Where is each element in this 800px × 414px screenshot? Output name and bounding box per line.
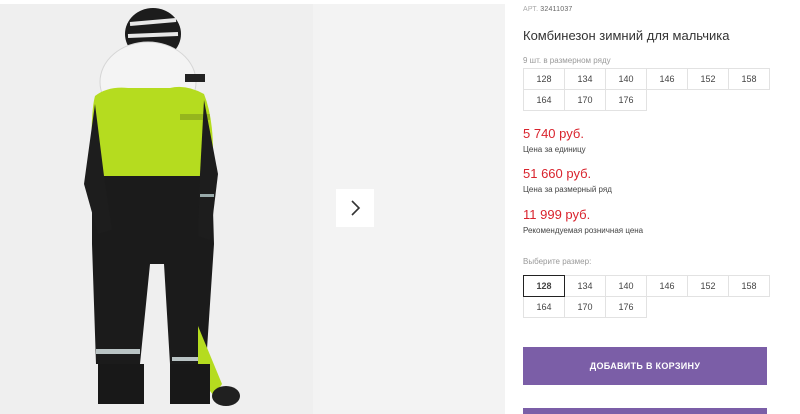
product-gallery bbox=[0, 0, 505, 414]
pack-size-cell: 146 bbox=[646, 68, 688, 90]
pack-size-grid: 128 134 140 146 152 158 164 170 176 bbox=[523, 68, 770, 111]
row-price-label: Цена за размерный ряд bbox=[523, 185, 612, 194]
retail-price: 11 999 руб. bbox=[523, 207, 591, 222]
row-price: 51 660 руб. bbox=[523, 166, 592, 181]
sku-value: 32411037 bbox=[540, 6, 573, 13]
unit-price: 5 740 руб. bbox=[523, 126, 584, 141]
chevron-right-icon bbox=[351, 200, 361, 216]
pack-size-cell: 176 bbox=[605, 89, 647, 111]
size-option[interactable]: 140 bbox=[605, 275, 647, 297]
size-option[interactable]: 176 bbox=[605, 296, 647, 318]
product-title: Комбинезон зимний для мальчика bbox=[523, 28, 730, 43]
sku-label: АРТ. bbox=[523, 6, 539, 13]
pack-size-cell: 158 bbox=[728, 68, 770, 90]
pack-size-cell: 140 bbox=[605, 68, 647, 90]
size-option-selected[interactable]: 128 bbox=[523, 275, 565, 297]
size-option[interactable]: 146 bbox=[646, 275, 688, 297]
product-photo[interactable] bbox=[0, 4, 313, 414]
retail-price-label: Рекомендуемая розничная цена bbox=[523, 226, 644, 235]
size-picker-label: Выберите размер: bbox=[523, 257, 592, 266]
sku: АРТ. 32411037 bbox=[523, 6, 573, 13]
unit-price-label: Цена за единицу bbox=[523, 145, 586, 154]
product-photo-illustration bbox=[0, 4, 313, 414]
size-option[interactable]: 134 bbox=[564, 275, 606, 297]
size-picker: 128 134 140 146 152 158 164 170 176 bbox=[523, 275, 770, 318]
add-to-cart-button[interactable]: ДОБАВИТЬ В КОРЗИНУ bbox=[523, 347, 767, 385]
product-page: АРТ. 32411037 Комбинезон зимний для мальч… bbox=[0, 0, 800, 414]
secondary-action-button[interactable] bbox=[523, 408, 767, 414]
pack-note: 9 шт. в размерном ряду bbox=[523, 56, 611, 65]
size-option[interactable]: 158 bbox=[728, 275, 770, 297]
pack-size-cell: 128 bbox=[523, 68, 565, 90]
size-option[interactable]: 170 bbox=[564, 296, 606, 318]
pack-size-cell: 164 bbox=[523, 89, 565, 111]
size-option[interactable]: 152 bbox=[687, 275, 729, 297]
pack-size-cell: 134 bbox=[564, 68, 606, 90]
size-option[interactable]: 164 bbox=[523, 296, 565, 318]
pack-size-cell: 170 bbox=[564, 89, 606, 111]
gallery-next-button[interactable] bbox=[336, 189, 374, 227]
pack-size-cell: 152 bbox=[687, 68, 729, 90]
